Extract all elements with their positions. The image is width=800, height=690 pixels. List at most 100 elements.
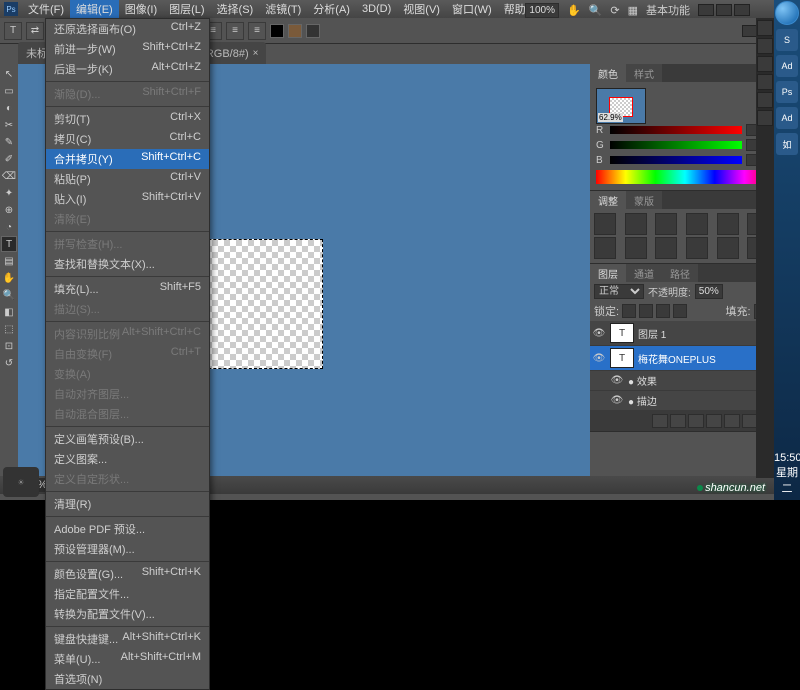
tool-8[interactable]: ⊕ bbox=[1, 202, 17, 218]
adjustment-icon[interactable] bbox=[625, 213, 647, 235]
menu-3d[interactable]: 3D(D) bbox=[356, 1, 397, 17]
navigator-thumbnail[interactable]: 62.9% bbox=[596, 88, 646, 124]
menu-item[interactable]: 前进一步(W)Shift+Ctrl+Z bbox=[46, 39, 209, 59]
layer-row[interactable]: 👁● 描边 bbox=[590, 391, 780, 411]
blend-mode-select[interactable]: 正常 bbox=[594, 284, 644, 299]
menu-item[interactable]: 定义画笔预设(B)... bbox=[46, 429, 209, 449]
menu-item[interactable]: 剪切(T)Ctrl+X bbox=[46, 109, 209, 129]
tool-10[interactable]: T bbox=[1, 236, 17, 252]
tool-3[interactable]: ✂ bbox=[1, 117, 17, 133]
menu-file[interactable]: 文件(F) bbox=[22, 0, 70, 19]
menu-item[interactable]: 清理(R) bbox=[46, 494, 209, 514]
menu-item[interactable]: Adobe PDF 预设... bbox=[46, 519, 209, 539]
menu-item[interactable]: 贴入(I)Shift+Ctrl+V bbox=[46, 189, 209, 209]
layer-row[interactable]: 👁● 效果 bbox=[590, 371, 780, 391]
tool-14[interactable]: ◧ bbox=[1, 304, 17, 320]
align-center-icon[interactable]: ≡ bbox=[226, 22, 244, 40]
orientation-icon[interactable]: ⇄ bbox=[26, 22, 44, 40]
visibility-icon[interactable]: 👁 bbox=[592, 351, 606, 365]
tool-5[interactable]: ✐ bbox=[1, 151, 17, 167]
tab-layers[interactable]: 图层 bbox=[590, 264, 626, 282]
visibility-icon[interactable]: 👁 bbox=[610, 394, 624, 408]
menu-filter[interactable]: 滤镜(T) bbox=[259, 0, 307, 19]
tool-12[interactable]: ✋ bbox=[1, 270, 17, 286]
lock-all-icon[interactable] bbox=[673, 304, 687, 318]
tool-9[interactable]: ◔ bbox=[1, 219, 17, 235]
tool-7[interactable]: ✦ bbox=[1, 185, 17, 201]
zoom-icon[interactable]: 🔍 bbox=[589, 4, 603, 17]
close-icon[interactable]: × bbox=[253, 48, 259, 59]
hand-icon[interactable]: ✋ bbox=[567, 4, 581, 17]
menu-item[interactable]: 定义图案... bbox=[46, 449, 209, 469]
menu-item[interactable]: 键盘快捷键...Alt+Shift+Ctrl+K bbox=[46, 629, 209, 649]
menu-item[interactable]: 后退一步(K)Alt+Ctrl+Z bbox=[46, 59, 209, 79]
opacity-field[interactable]: 50% bbox=[695, 284, 723, 299]
menu-item[interactable]: 预设管理器(M)... bbox=[46, 539, 209, 559]
menu-analysis[interactable]: 分析(A) bbox=[307, 0, 356, 19]
lock-transparency-icon[interactable] bbox=[622, 304, 636, 318]
tab-adjustments[interactable]: 调整 bbox=[590, 191, 626, 209]
menu-view[interactable]: 视图(V) bbox=[397, 0, 446, 19]
adjustment-layer-icon[interactable] bbox=[706, 414, 722, 428]
adjustment-icon[interactable] bbox=[594, 237, 616, 259]
tool-17[interactable]: ↺ bbox=[1, 355, 17, 371]
menu-item[interactable]: 合并拷贝(Y)Shift+Ctrl+C bbox=[46, 149, 209, 169]
taskbar-app[interactable]: Ad bbox=[776, 55, 798, 77]
menu-item[interactable]: 查找和替换文本(X)... bbox=[46, 254, 209, 274]
b-slider[interactable] bbox=[610, 156, 742, 164]
clock[interactable]: 15:50星期二 bbox=[774, 452, 800, 496]
menu-item[interactable]: 还原选择画布(O)Ctrl+Z bbox=[46, 19, 209, 39]
swatch-2[interactable] bbox=[288, 24, 302, 38]
tool-16[interactable]: ⊡ bbox=[1, 338, 17, 354]
taskbar-app[interactable]: 如 bbox=[776, 133, 798, 155]
color-spectrum[interactable] bbox=[596, 170, 774, 184]
tool-2[interactable]: ◐ bbox=[1, 100, 17, 116]
panel-icon[interactable] bbox=[757, 92, 773, 108]
tool-11[interactable]: ▤ bbox=[1, 253, 17, 269]
tool-0[interactable]: ↖ bbox=[1, 66, 17, 82]
menu-image[interactable]: 图像(I) bbox=[119, 0, 163, 19]
taskbar-app[interactable]: Ps bbox=[776, 81, 798, 103]
max-button[interactable] bbox=[716, 4, 732, 16]
panel-icon[interactable] bbox=[757, 110, 773, 126]
adjustment-icon[interactable] bbox=[717, 237, 739, 259]
swatch-3[interactable] bbox=[306, 24, 320, 38]
menu-layer[interactable]: 图层(L) bbox=[163, 0, 210, 19]
panel-icon[interactable] bbox=[757, 74, 773, 90]
adjustment-icon[interactable] bbox=[594, 213, 616, 235]
link-layers-icon[interactable] bbox=[652, 414, 668, 428]
menu-item[interactable]: 填充(L)...Shift+F5 bbox=[46, 279, 209, 299]
menu-item[interactable]: 颜色设置(G)...Shift+Ctrl+K bbox=[46, 564, 209, 584]
adjustment-icon[interactable] bbox=[655, 237, 677, 259]
grid-icon[interactable]: ▦ bbox=[628, 4, 638, 17]
g-slider[interactable] bbox=[610, 141, 742, 149]
zoom-field[interactable]: 100% bbox=[525, 3, 559, 18]
adjustment-icon[interactable] bbox=[717, 213, 739, 235]
taskbar-app[interactable]: Ad bbox=[776, 107, 798, 129]
adjustment-icon[interactable] bbox=[625, 237, 647, 259]
tab-paths[interactable]: 路径 bbox=[662, 264, 698, 282]
start-orb[interactable] bbox=[775, 1, 799, 25]
r-slider[interactable] bbox=[610, 126, 742, 134]
tool-preset-icon[interactable]: T bbox=[4, 22, 22, 40]
selection-marquee[interactable] bbox=[193, 239, 323, 369]
menu-edit[interactable]: 编辑(E) bbox=[70, 0, 119, 19]
rotate-icon[interactable]: ⟳ bbox=[610, 4, 619, 17]
layer-fx-icon[interactable] bbox=[670, 414, 686, 428]
tool-13[interactable]: 🔍 bbox=[1, 287, 17, 303]
align-right-icon[interactable]: ≡ bbox=[248, 22, 266, 40]
layer-row[interactable]: 👁T图层 1 bbox=[590, 321, 780, 346]
visibility-icon[interactable]: 👁 bbox=[592, 326, 606, 340]
menu-select[interactable]: 选择(S) bbox=[211, 0, 260, 19]
adjustment-icon[interactable] bbox=[686, 213, 708, 235]
tab-color[interactable]: 颜色 bbox=[590, 64, 626, 82]
menu-item[interactable]: 转换为配置文件(V)... bbox=[46, 604, 209, 624]
menu-item[interactable]: 粘贴(P)Ctrl+V bbox=[46, 169, 209, 189]
tool-15[interactable]: ⬚ bbox=[1, 321, 17, 337]
visibility-icon[interactable]: 👁 bbox=[610, 374, 624, 388]
menu-item[interactable]: 指定配置文件... bbox=[46, 584, 209, 604]
menu-item[interactable]: 菜单(U)...Alt+Shift+Ctrl+M bbox=[46, 649, 209, 669]
group-icon[interactable] bbox=[724, 414, 740, 428]
layer-row[interactable]: 👁T梅花舞ONEPLUSfx ▾ bbox=[590, 346, 780, 371]
panel-icon[interactable] bbox=[757, 56, 773, 72]
